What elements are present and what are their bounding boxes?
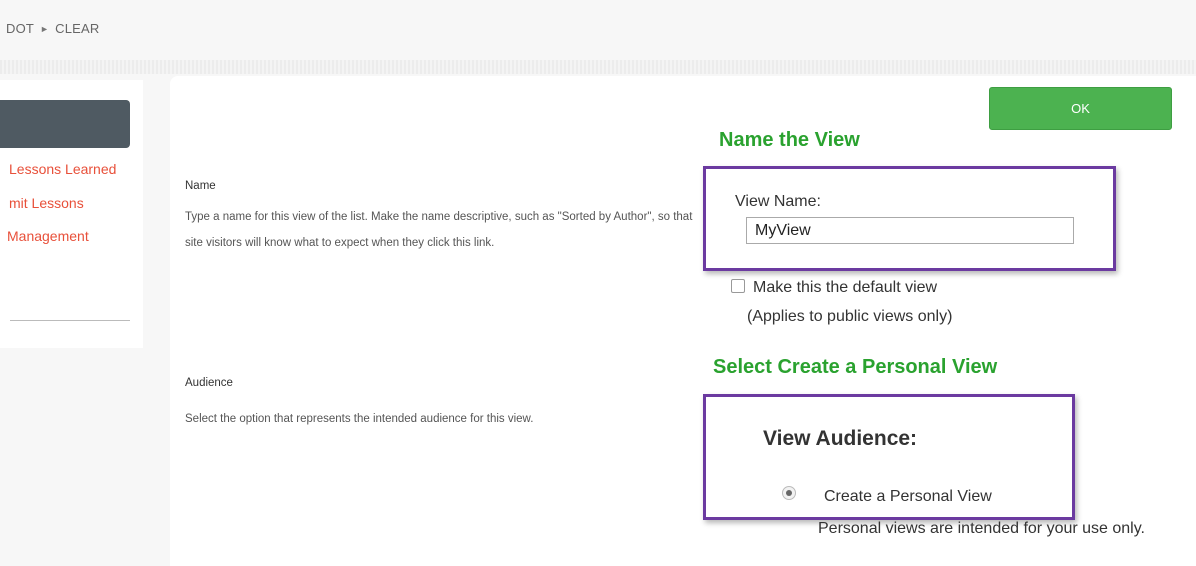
sidebar-link-management[interactable]: Management	[7, 228, 89, 244]
ok-button[interactable]: OK	[989, 87, 1172, 130]
sidebar-header	[0, 100, 130, 148]
sidebar-link-submit-lessons[interactable]: mit Lessons	[9, 195, 84, 211]
breadcrumb: DOT ► CLEAR	[6, 21, 100, 36]
header-divider	[0, 60, 1196, 74]
default-view-label: Make this the default view	[753, 279, 938, 296]
name-section-description: Type a name for this view of the list. M…	[185, 211, 693, 249]
audience-section-description: Select the option that represents the in…	[185, 413, 534, 425]
annotation-name-heading: Name the View	[719, 129, 860, 151]
view-name-input[interactable]	[746, 217, 1074, 244]
default-view-note: (Applies to public views only)	[747, 308, 953, 325]
personal-view-label: Create a Personal View	[824, 488, 992, 505]
breadcrumb-item-current[interactable]: CLEAR	[55, 21, 99, 36]
annotation-audience-heading: Select Create a Personal View	[713, 356, 998, 378]
personal-view-radio[interactable]	[782, 486, 796, 500]
sidebar-link-lessons-learned[interactable]: Lessons Learned	[9, 161, 116, 177]
name-section-title: Name	[185, 180, 216, 192]
default-view-checkbox[interactable]	[731, 279, 745, 293]
view-audience-heading: View Audience:	[763, 427, 918, 450]
view-name-label: View Name:	[735, 193, 821, 210]
top-bar: DOT ► CLEAR	[0, 0, 1196, 60]
breadcrumb-item[interactable]: DOT	[6, 21, 34, 36]
personal-view-note: Personal views are intended for your use…	[818, 520, 1145, 537]
radio-selected-dot	[786, 490, 792, 496]
breadcrumb-separator-icon: ►	[40, 24, 50, 34]
audience-section-title: Audience	[185, 377, 233, 389]
sidebar-divider	[10, 320, 130, 321]
